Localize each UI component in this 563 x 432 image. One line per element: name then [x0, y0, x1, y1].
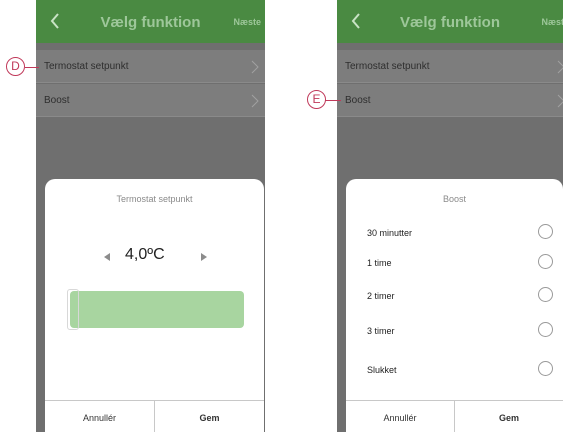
boost-option[interactable]: 2 timer	[367, 287, 553, 307]
sheet-button-bar: Annullér Gem	[45, 400, 264, 432]
sheet-title: Termostat setpunkt	[116, 194, 193, 204]
boost-option[interactable]: Slukket	[367, 361, 553, 381]
sheet-title: Boost	[442, 194, 466, 204]
slider-handle[interactable]	[67, 289, 79, 330]
next-button[interactable]: Næste	[541, 17, 563, 27]
decrease-arrow-icon[interactable]	[104, 253, 110, 261]
save-button[interactable]: Gem	[454, 401, 563, 432]
callout-e-line	[325, 100, 341, 101]
chevron-right-icon	[557, 60, 563, 74]
radio-button[interactable]	[538, 254, 553, 269]
function-row-setpoint[interactable]: Termostat setpunkt	[337, 50, 563, 83]
left-screen: Vælg funktion Næste Termostat setpunkt B…	[36, 0, 265, 432]
temperature-slider[interactable]	[70, 291, 244, 328]
page-title: Vælg funktion	[100, 14, 201, 31]
row-label: Boost	[44, 95, 70, 106]
function-row-boost[interactable]: Boost	[36, 84, 265, 117]
radio-button[interactable]	[538, 224, 553, 239]
option-label: 1 time	[367, 258, 392, 268]
option-label: Slukket	[367, 365, 397, 375]
option-label: 30 minutter	[367, 228, 413, 238]
row-label: Termostat setpunkt	[345, 61, 430, 72]
nav-bar: Vælg funktion Næste	[337, 0, 563, 43]
temperature-stepper: 4,0ºC	[45, 245, 264, 267]
cancel-button[interactable]: Annullér	[346, 401, 454, 432]
cancel-button[interactable]: Annullér	[45, 401, 154, 432]
radio-button[interactable]	[538, 322, 553, 337]
boost-option[interactable]: 3 timer	[367, 322, 553, 342]
option-label: 3 timer	[367, 326, 395, 336]
chevron-right-icon	[251, 94, 259, 108]
function-row-boost[interactable]: Boost	[337, 84, 563, 117]
boost-option[interactable]: 30 minutter	[367, 224, 553, 244]
sheet-button-bar: Annullér Gem	[346, 400, 563, 432]
right-screen: Vælg funktion Næste Termostat setpunkt B…	[337, 0, 563, 432]
row-label: Termostat setpunkt	[44, 61, 129, 72]
callout-d: D	[6, 57, 25, 76]
save-button[interactable]: Gem	[154, 401, 264, 432]
temperature-value: 4,0ºC	[125, 246, 165, 263]
radio-button[interactable]	[538, 287, 553, 302]
chevron-right-icon	[251, 60, 259, 74]
chevron-right-icon	[557, 94, 563, 108]
row-label: Boost	[345, 95, 371, 106]
callout-e: E	[307, 90, 326, 109]
boost-option[interactable]: 1 time	[367, 254, 553, 274]
page-title: Vælg funktion	[400, 14, 500, 31]
option-label: 2 timer	[367, 291, 395, 301]
increase-arrow-icon[interactable]	[201, 253, 207, 261]
next-button[interactable]: Næste	[233, 17, 261, 27]
callout-d-line	[25, 67, 39, 68]
radio-button[interactable]	[538, 361, 553, 376]
boost-sheet: Boost 30 minutter 1 time 2 timer 3 timer…	[346, 179, 563, 432]
nav-bar: Vælg funktion Næste	[36, 0, 265, 43]
function-row-setpoint[interactable]: Termostat setpunkt	[36, 50, 265, 83]
setpoint-sheet: Termostat setpunkt 4,0ºC Annullér Gem	[45, 179, 264, 432]
